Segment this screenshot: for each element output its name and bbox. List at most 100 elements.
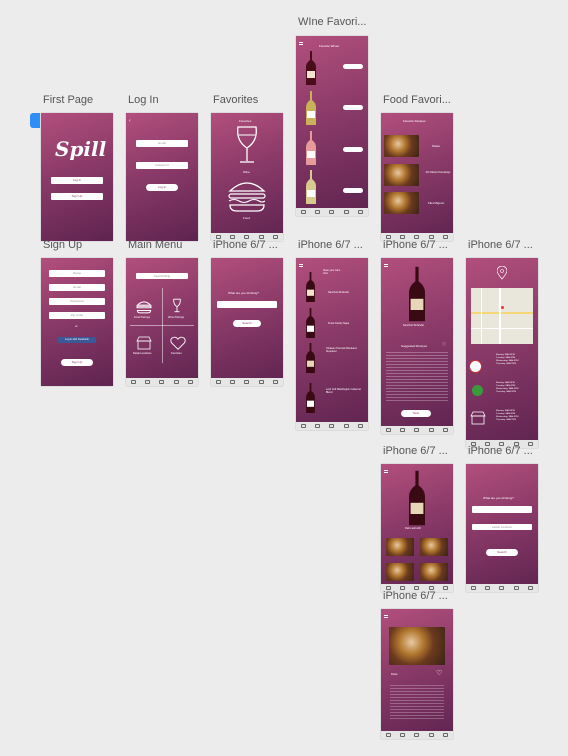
pairing-photo-4[interactable] <box>420 563 448 581</box>
email-field[interactable]: Email <box>49 284 105 291</box>
status-bar <box>381 464 453 468</box>
artboard-title-iphone-7[interactable]: iPhone 6/7 ... <box>383 590 448 602</box>
burger-icon[interactable] <box>227 178 267 214</box>
wine-action-button-1[interactable] <box>343 64 363 69</box>
hours-line: Monday: 9AM-9PM <box>496 354 515 356</box>
recipe-title: Pasta <box>391 673 398 676</box>
wine-name-3[interactable]: Chateau Tournois Bordeaux Superieur <box>326 347 366 353</box>
burger-icon[interactable] <box>136 300 152 314</box>
search-button[interactable]: Search <box>233 320 261 327</box>
facebook-login-button[interactable]: Log in with Facebook <box>58 337 96 343</box>
search-button[interactable]: Search <box>486 549 518 556</box>
heart-icon[interactable]: ♡ <box>442 342 446 348</box>
selection-handle[interactable] <box>30 113 40 128</box>
artboard-iphone-6[interactable]: What are you drinking? Latest Location S… <box>466 464 538 592</box>
hours-line: Thursday: 9AM-9PM <box>496 391 517 393</box>
favorites-label: Favorites <box>171 352 182 355</box>
location-field[interactable]: Latest Location <box>472 524 532 530</box>
retail-locations-label: Retail Locations <box>133 352 152 355</box>
status-bar <box>41 258 113 262</box>
store-icon[interactable] <box>470 411 486 425</box>
artboard-title-favorites[interactable]: Favorites <box>213 94 258 106</box>
wine-action-button-3[interactable] <box>343 147 363 152</box>
hours-line: Wednesday: 9AM-9PM <box>496 388 519 390</box>
store-icon[interactable] <box>136 336 152 350</box>
artboard-title-iphone-6[interactable]: iPhone 6/7 ... <box>468 445 533 457</box>
artboard-iphone-1[interactable]: What are you drinking? Search <box>211 258 283 386</box>
artboard-title-iphone-3[interactable]: iPhone 6/7 ... <box>383 239 448 251</box>
recipe-photo-1[interactable] <box>384 135 419 157</box>
artboard-sign-up[interactable]: Name Email Password Zip Code or Log in w… <box>41 258 113 386</box>
wine-label: Wine <box>243 170 250 174</box>
back-icon[interactable]: ‹ <box>129 118 131 124</box>
wine-bottle-4 <box>306 383 315 413</box>
artboard-title-iphone-2[interactable]: iPhone 6/7 ... <box>298 239 363 251</box>
artboard-title-iphone-1[interactable]: iPhone 6/7 ... <box>213 239 278 251</box>
suggested-recipes-heading: Suggested Recipes <box>401 344 428 348</box>
wine-action-button-2[interactable] <box>343 105 363 110</box>
artboard-iphone-7[interactable]: Pasta ♡ <box>381 609 453 739</box>
hours-line: Thursday: 9AM-9PM <box>496 363 517 365</box>
artboard-iphone-5[interactable]: Pairs well with <box>381 464 453 592</box>
status-bar <box>466 464 538 468</box>
password-field[interactable]: Password <box>136 162 188 169</box>
artboard-wine-favorites[interactable]: Favorite Wines <box>296 36 368 216</box>
signup-submit-button[interactable]: Sign Up <box>61 359 93 366</box>
wine-bottle-1 <box>306 272 315 302</box>
artboard-iphone-4[interactable]: Monday: 9AM-9PM Tuesday: 9AM-9PM Wednesday… <box>466 258 538 448</box>
wine-glass-icon[interactable] <box>233 125 261 167</box>
abc-store-logo[interactable] <box>469 360 482 373</box>
status-bar <box>466 258 538 262</box>
signup-button[interactable]: Sign Up <box>51 193 103 200</box>
location-pin-icon[interactable] <box>497 266 507 280</box>
login-button[interactable]: Log In <box>51 177 103 184</box>
artboard-iphone-3[interactable]: Sanchori Zinfandel Suggested Recipes ♡ N… <box>381 258 453 434</box>
login-submit-button[interactable]: Log In <box>146 184 178 191</box>
wine-glass-icon[interactable] <box>172 298 182 314</box>
artboard-title-main-menu[interactable]: Main Menu <box>128 239 182 251</box>
artboard-log-in[interactable]: ‹ Email Password Log In <box>126 113 198 241</box>
heart-icon[interactable] <box>170 336 186 350</box>
pairing-photo-3[interactable] <box>386 563 414 581</box>
green-store-logo[interactable] <box>472 385 483 396</box>
wine-action-button-4[interactable] <box>343 188 363 193</box>
artboard-iphone-2[interactable]: Sean your wine shot Sanchori Zinfandel F… <box>296 258 368 430</box>
artboard-main-menu[interactable]: Search/Ship Food Pairings Wine Pairings … <box>126 258 198 386</box>
artboard-food-favorites[interactable]: Favorite Recipes Pasta Pot Sticker Dumpl… <box>381 113 453 241</box>
artboard-title-food-favorites[interactable]: Food Favori... <box>383 94 451 106</box>
heart-icon[interactable]: ♡ <box>436 669 442 677</box>
menu-icon[interactable] <box>299 264 303 267</box>
pairing-photo-1[interactable] <box>386 538 414 556</box>
drink-search-field[interactable] <box>472 506 532 513</box>
artboard-title-iphone-5[interactable]: iPhone 6/7 ... <box>383 445 448 457</box>
search-field[interactable]: Search/Ship <box>136 273 188 279</box>
recipe-photo <box>389 627 445 665</box>
artboard-title-log-in[interactable]: Log In <box>128 94 159 106</box>
artboard-title-sign-up[interactable]: Sign Up <box>43 239 82 251</box>
artboard-title-first-page[interactable]: First Page <box>43 94 93 106</box>
recipe-photo-2[interactable] <box>384 164 419 186</box>
email-field[interactable]: Email <box>136 140 188 147</box>
name-field[interactable]: Name <box>49 270 105 277</box>
wine-name-2[interactable]: Frank Family Napa <box>328 322 349 325</box>
wine-name-4[interactable]: Lord Colt Washington Cabernet Blend <box>326 388 366 394</box>
recipe-photo-3[interactable] <box>384 192 419 214</box>
pairing-photo-2[interactable] <box>420 538 448 556</box>
next-button[interactable]: Next <box>401 410 431 417</box>
menu-icon[interactable] <box>299 42 303 45</box>
store-map[interactable] <box>471 288 533 344</box>
zip-code-field[interactable]: Zip Code <box>49 312 105 319</box>
recipe-label-2: Pot Sticker Dumplings <box>425 171 451 174</box>
password-field[interactable]: Password <box>49 298 105 305</box>
menu-icon[interactable] <box>384 264 388 267</box>
wine-bottle-3 <box>306 343 315 373</box>
menu-icon[interactable] <box>384 615 388 618</box>
artboard-favorites[interactable]: Favorites Wine Food <box>211 113 283 241</box>
artboard-title-iphone-4[interactable]: iPhone 6/7 ... <box>468 239 533 251</box>
tab-bar <box>381 731 453 739</box>
drink-search-field[interactable] <box>217 301 277 308</box>
wine-name-1[interactable]: Sanchori Zinfandel <box>328 291 349 294</box>
artboard-first-page[interactable]: Spill Log In Sign Up <box>41 113 113 241</box>
menu-icon[interactable] <box>384 470 388 473</box>
artboard-title-wine-favorites[interactable]: WIne Favori... <box>298 16 366 28</box>
